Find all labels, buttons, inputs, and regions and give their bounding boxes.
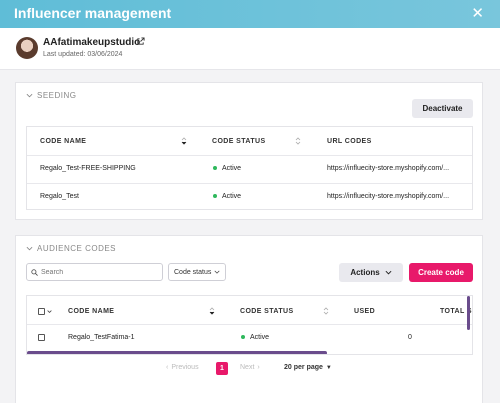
audience-codes-table: CODE NAME CODE STATUS USED TOTAL S Regal… [26, 295, 473, 355]
caret-down-icon: ▼ [325, 364, 332, 371]
status-text: Active [222, 165, 242, 172]
next-page-button[interactable]: Next › [240, 364, 260, 371]
column-header-code-name[interactable]: CODE NAME [68, 308, 114, 315]
active-dot-icon [213, 166, 217, 171]
seeding-panel: SEEDING Deactivate CODE NAME CODE STATUS… [15, 82, 483, 220]
profile-bar: AAfatimakeupstudio Last updated: 03/06/2… [0, 28, 500, 70]
sort-icon[interactable] [323, 307, 329, 315]
code-status-filter[interactable]: Code status [168, 263, 226, 281]
profile-name: AAfatimakeupstudio [43, 37, 141, 48]
divider [27, 155, 472, 156]
avatar [16, 37, 38, 59]
previous-label: Previous [171, 364, 199, 371]
column-header-code-status[interactable]: CODE STATUS [212, 138, 266, 145]
seeding-section-toggle[interactable]: SEEDING [26, 91, 77, 100]
actions-label: Actions [350, 268, 380, 277]
status-badge: Active [213, 165, 241, 172]
url-code-link[interactable]: https://influecity-store.myshopify.com/.… [327, 193, 449, 200]
chevron-right-icon: › [257, 364, 260, 371]
divider [27, 324, 472, 325]
close-icon[interactable]: ✕ [471, 4, 484, 22]
sort-icon[interactable] [295, 137, 301, 145]
last-updated: Last updated: 03/06/2024 [43, 51, 123, 58]
url-code-link[interactable]: https://influecity-store.myshopify.com/.… [327, 165, 449, 172]
sort-icon[interactable] [181, 137, 187, 145]
column-header-code-name[interactable]: CODE NAME [40, 138, 86, 145]
column-header-code-status[interactable]: CODE STATUS [240, 308, 294, 315]
audience-section-label: AUDIENCE CODES [37, 244, 117, 253]
create-code-button[interactable]: Create code [409, 263, 473, 282]
deactivate-button[interactable]: Deactivate [412, 99, 473, 118]
chevron-down-icon [385, 270, 392, 275]
external-link-icon[interactable] [136, 37, 145, 46]
modal-title: Influencer management [14, 5, 172, 21]
search-input[interactable] [41, 264, 161, 280]
chevron-left-icon: ‹ [166, 364, 169, 371]
active-dot-icon [213, 194, 217, 199]
sort-icon[interactable] [209, 307, 215, 315]
chevron-down-icon [214, 270, 220, 274]
search-field[interactable] [26, 263, 163, 281]
table-cell-used: 0 [408, 334, 412, 341]
code-status-filter-label: Code status [174, 268, 212, 276]
chevron-down-icon[interactable] [47, 309, 52, 314]
horizontal-scrollbar[interactable] [27, 351, 327, 354]
search-icon [31, 269, 38, 276]
status-text: Active [222, 193, 242, 200]
table-cell-code-name: Regalo_Test [40, 193, 79, 200]
previous-page-button[interactable]: ‹ Previous [166, 364, 199, 371]
column-header-used[interactable]: USED [354, 308, 375, 315]
table-cell-code-name: Regalo_TestFatima-1 [68, 334, 135, 341]
column-header-url-codes[interactable]: URL CODES [327, 138, 372, 145]
modal-header: Influencer management ✕ [0, 0, 500, 28]
vertical-scrollbar[interactable] [467, 296, 470, 330]
seeding-table: CODE NAME CODE STATUS URL CODES Regalo_T… [26, 126, 473, 210]
divider [27, 183, 472, 184]
chevron-down-icon [26, 246, 33, 251]
status-badge: Active [213, 193, 241, 200]
next-label: Next [240, 364, 255, 371]
page-number-button[interactable]: 1 [216, 362, 228, 375]
chevron-down-icon [26, 93, 33, 98]
row-checkbox[interactable] [38, 334, 45, 341]
table-cell-code-name: Regalo_Test-FREE-SHIPPING [40, 165, 136, 172]
status-text: Active [250, 334, 270, 341]
actions-button[interactable]: Actions [339, 263, 403, 282]
seeding-section-label: SEEDING [37, 91, 77, 100]
audience-section-toggle[interactable]: AUDIENCE CODES [26, 244, 116, 253]
active-dot-icon [241, 335, 245, 340]
select-all-checkbox[interactable] [38, 308, 45, 315]
audience-codes-panel: AUDIENCE CODES Code status Actions Creat… [15, 235, 483, 403]
per-page-select[interactable]: 20 per page ▼ [284, 364, 332, 371]
per-page-label: 20 per page [284, 364, 323, 371]
status-badge: Active [241, 334, 269, 341]
